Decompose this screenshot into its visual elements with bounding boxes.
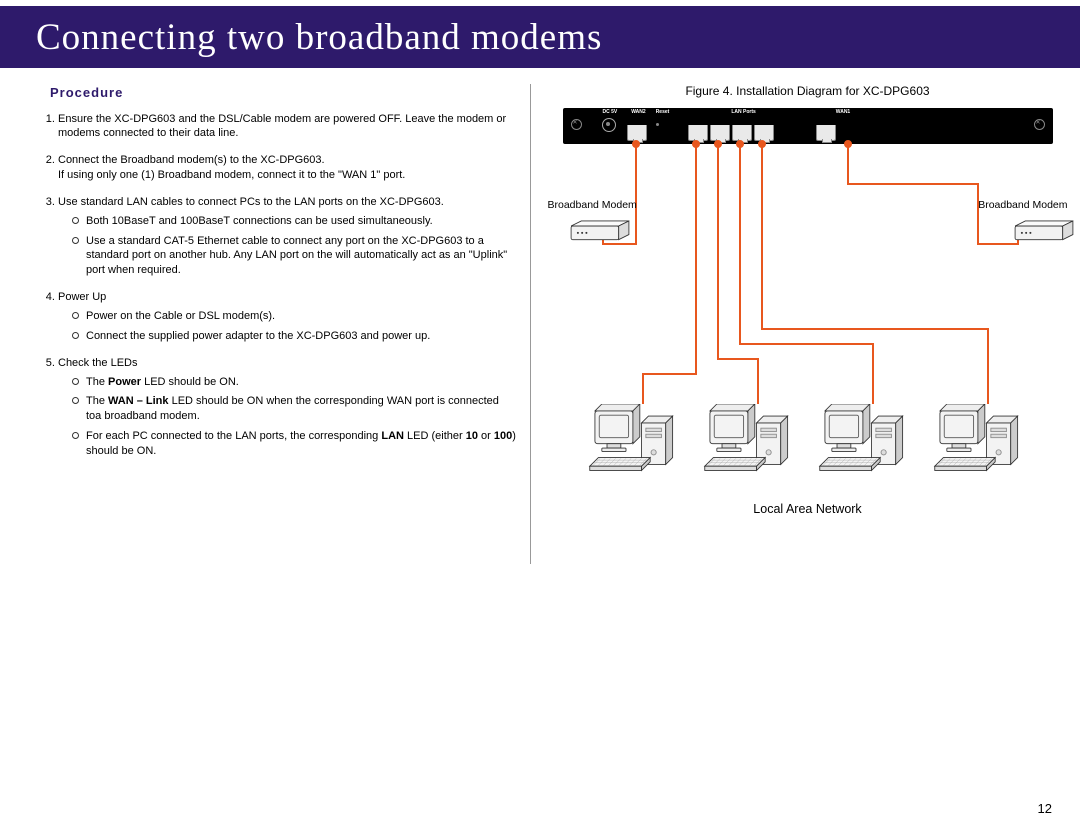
step-5-text: Check the LEDs (58, 357, 137, 369)
figure-title: Figure 4. Installation Diagram for XC-DP… (545, 84, 1070, 98)
installation-diagram: DC 5V WAN2 Reset LAN Ports WAN1 (548, 104, 1068, 524)
step-3-bullet-1: Both 10BaseT and 100BaseT connections ca… (72, 214, 516, 229)
label-reset: Reset (656, 109, 670, 115)
modem-left-icon (566, 219, 634, 245)
router-port-labels: DC 5V WAN2 Reset LAN Ports WAN1 (563, 109, 1053, 115)
dc-port-icon (602, 118, 616, 132)
step-4-bullet-1: Power on the Cable or DSL modem(s). (72, 309, 516, 324)
step-1: Ensure the XC-DPG603 and the DSL/Cable m… (58, 112, 516, 142)
pc-icon (703, 404, 798, 486)
step-5-bullet-2: The WAN – Link LED should be ON when the… (72, 394, 516, 424)
label-lan: LAN Ports (731, 109, 755, 115)
procedure-column: Procedure Ensure the XC-DPG603 and the D… (36, 84, 516, 564)
pc-icon (933, 404, 1028, 486)
reset-button-icon (656, 123, 659, 126)
step-1-text: Ensure the XC-DPG603 and the DSL/Cable m… (58, 113, 506, 140)
step-4-text: Power Up (58, 291, 106, 303)
wan1-port-icon (816, 125, 836, 141)
modem-left-label: Broadband Modem (548, 199, 637, 211)
pc-icon (818, 404, 913, 486)
step-2a-text: Connect the Broadband modem(s) to the XC… (58, 154, 325, 166)
lan-port-icon (710, 125, 730, 141)
step-5: Check the LEDs The Power LED should be O… (58, 356, 516, 459)
screw-icon (1034, 119, 1045, 130)
procedure-heading: Procedure (50, 84, 516, 102)
page-number: 12 (1038, 801, 1052, 816)
page-title: Connecting two broadband modems (36, 16, 602, 59)
figure-column: Figure 4. Installation Diagram for XC-DP… (545, 84, 1070, 564)
lan-port-icon (732, 125, 752, 141)
step-4: Power Up Power on the Cable or DSL modem… (58, 290, 516, 344)
screw-icon (571, 119, 582, 130)
step-2b-text: If using only one (1) Broadband modem, c… (58, 169, 405, 181)
wan2-port-icon (627, 125, 647, 141)
modem-right-icon (1010, 219, 1078, 245)
step-3: Use standard LAN cables to connect PCs t… (58, 195, 516, 278)
step-3-text: Use standard LAN cables to connect PCs t… (58, 196, 444, 208)
label-wan2: WAN2 (631, 109, 645, 115)
step-5-bullet-1: The Power LED should be ON. (72, 375, 516, 390)
label-wan1: WAN1 (836, 109, 850, 115)
column-divider (530, 84, 531, 564)
lan-label: Local Area Network (548, 502, 1068, 516)
lan-port-icon (754, 125, 774, 141)
step-2: Connect the Broadband modem(s) to the XC… (58, 153, 516, 183)
step-5-bullet-3: For each PC connected to the LAN ports, … (72, 429, 516, 459)
modem-right-label: Broadband Modem (978, 199, 1067, 211)
procedure-list: Ensure the XC-DPG603 and the DSL/Cable m… (36, 112, 516, 459)
label-dc: DC 5V (603, 109, 618, 115)
step-3-bullet-2: Use a standard CAT-5 Ethernet cable to c… (72, 234, 516, 279)
lan-port-icon (688, 125, 708, 141)
router-device: DC 5V WAN2 Reset LAN Ports WAN1 (563, 108, 1053, 144)
page-header: Connecting two broadband modems (0, 0, 1080, 68)
step-4-bullet-2: Connect the supplied power adapter to th… (72, 329, 516, 344)
pc-icon (588, 404, 683, 486)
